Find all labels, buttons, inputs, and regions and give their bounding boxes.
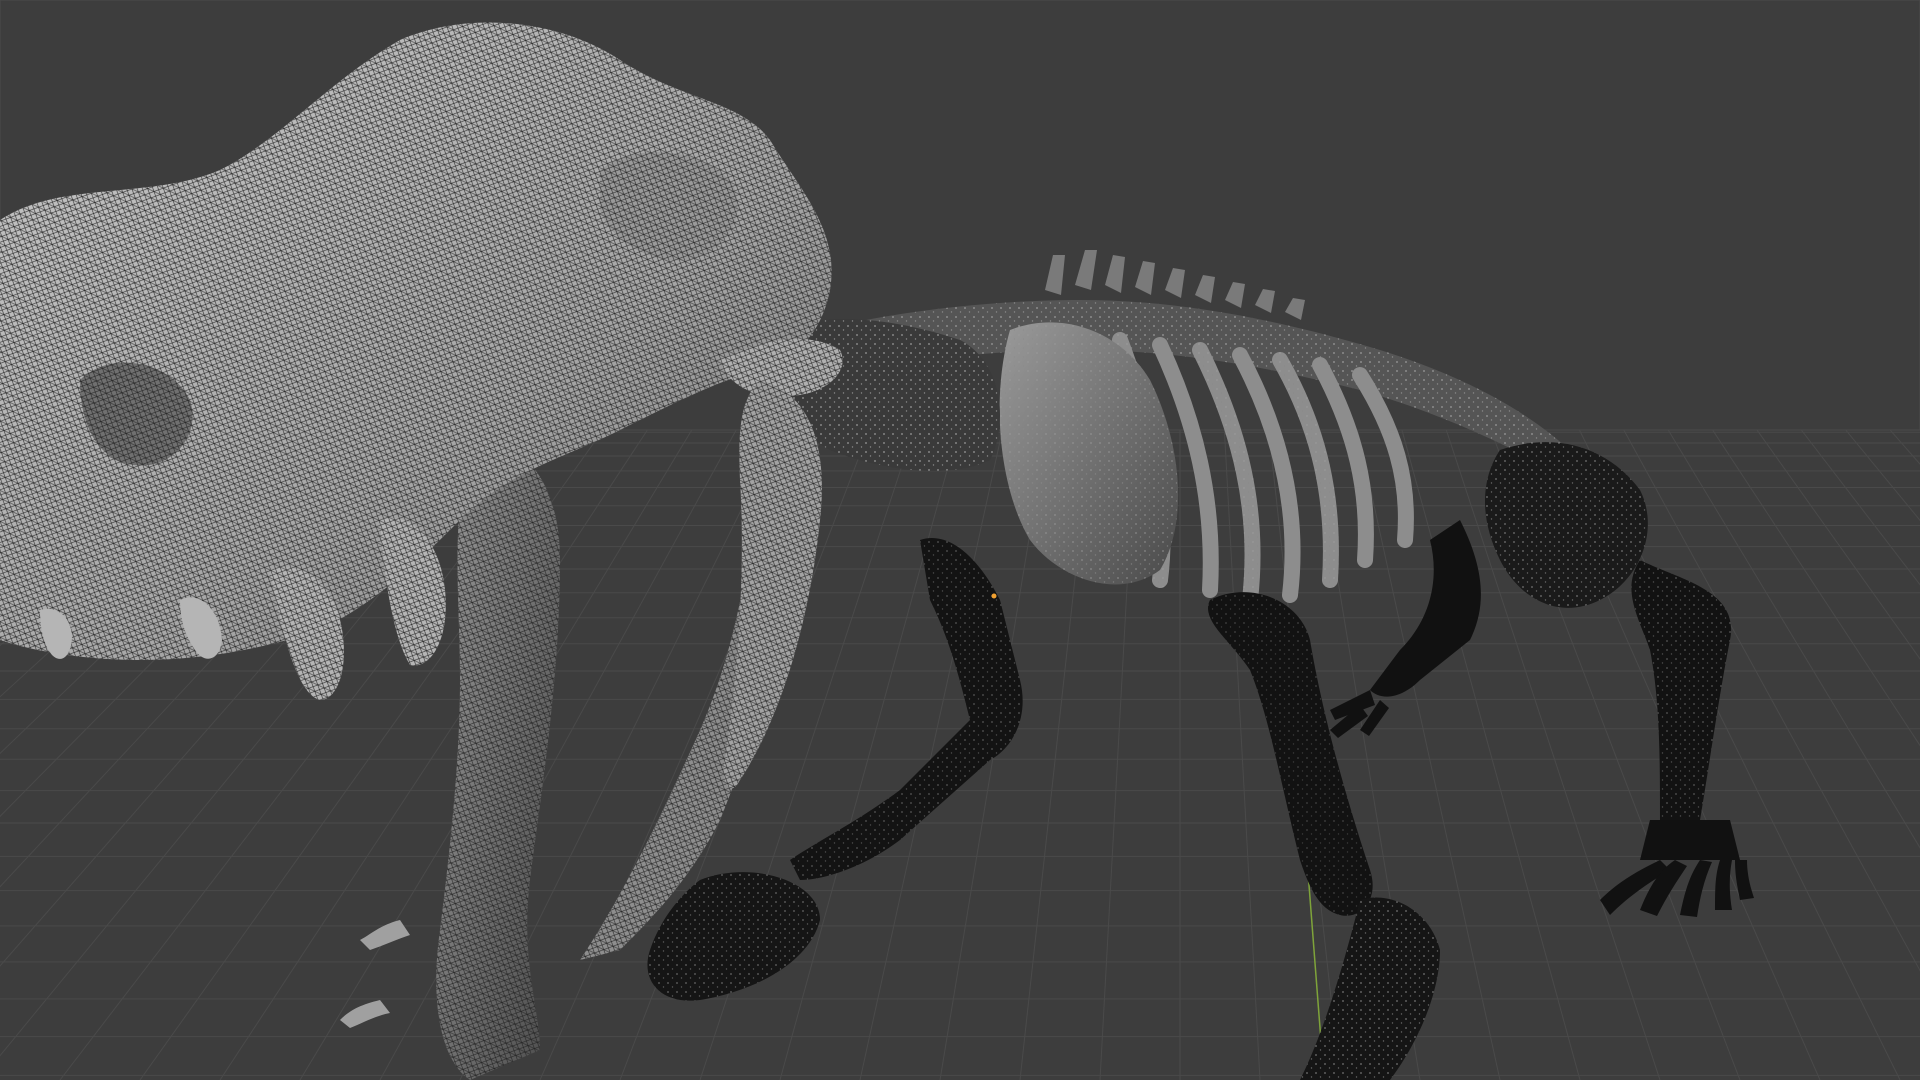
3d-viewport[interactable] bbox=[0, 0, 1920, 1080]
mandible-teeth bbox=[340, 920, 410, 1028]
object-origin-marker[interactable] bbox=[991, 593, 997, 599]
rear-near-paw bbox=[1600, 820, 1754, 917]
rear-far-paw bbox=[1330, 690, 1389, 738]
viewport-canvas[interactable] bbox=[0, 0, 1920, 1080]
